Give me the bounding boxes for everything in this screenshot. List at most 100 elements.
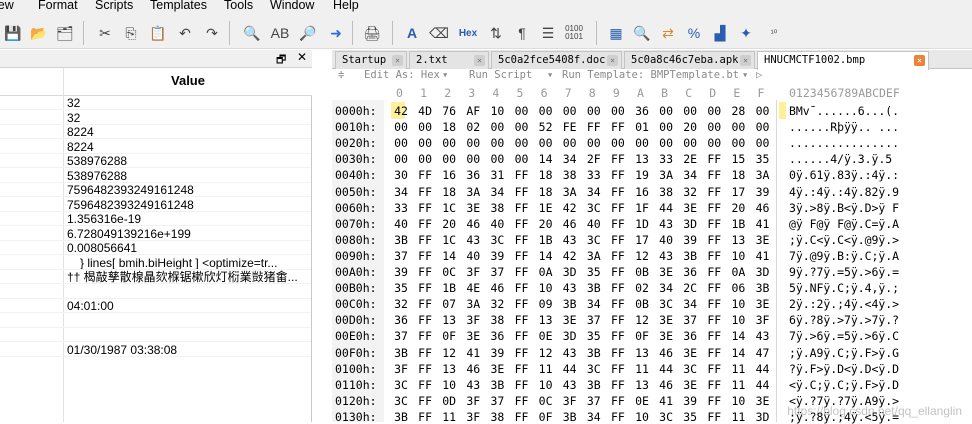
hex-byte[interactable]: 19: [633, 168, 651, 182]
hex-byte[interactable]: 3A: [464, 297, 482, 311]
hex-byte[interactable]: 20: [440, 217, 458, 231]
hex-byte[interactable]: 18: [729, 168, 747, 182]
hex-byte[interactable]: FF: [705, 281, 723, 295]
hex-byte[interactable]: 3D: [561, 265, 579, 279]
hex-byte[interactable]: 1B: [440, 281, 458, 295]
hex-byte[interactable]: 0E: [537, 329, 555, 343]
hex-byte[interactable]: AF: [464, 104, 482, 118]
ascii-text[interactable]: 0ÿ.61ÿ.83ÿ.:4ÿ.:: [789, 168, 899, 182]
hex-byte[interactable]: 00: [488, 120, 506, 134]
inspector-row[interactable]: 0.008056641: [0, 241, 311, 255]
hex-byte[interactable]: 14: [440, 249, 458, 263]
hex-byte[interactable]: FF: [609, 265, 627, 279]
hex-byte[interactable]: 20: [537, 217, 555, 231]
hex-byte[interactable]: 46: [488, 281, 506, 295]
hex-byte[interactable]: 36: [392, 313, 410, 327]
hex-byte[interactable]: 1F: [633, 201, 651, 215]
hex-byte[interactable]: 10: [729, 249, 747, 263]
ascii-text[interactable]: 9ÿ.?7ÿ.=5ÿ.>6ÿ.=: [789, 265, 899, 279]
hex-byte[interactable]: 36: [681, 329, 699, 343]
menu-item-format[interactable]: Format: [38, 0, 78, 11]
hex-byte[interactable]: 35: [754, 152, 772, 166]
hex-byte[interactable]: 00: [440, 136, 458, 150]
ascii-text[interactable]: 7ÿ.@9ÿ.B:ÿ.C;ÿ.A: [789, 249, 899, 263]
hex-byte[interactable]: 3C: [392, 378, 410, 392]
hex-byte[interactable]: 3B: [754, 281, 772, 295]
hex-byte[interactable]: 39: [488, 346, 506, 360]
run-script-dropdown[interactable]: Run Script: [469, 69, 532, 81]
hex-byte[interactable]: 01: [633, 120, 651, 134]
hex-byte[interactable]: 40: [488, 217, 506, 231]
hex-byte[interactable]: 00: [754, 104, 772, 118]
hex-byte[interactable]: 0B: [633, 265, 651, 279]
menu-item-scripts[interactable]: Scripts: [95, 0, 133, 11]
hex-byte[interactable]: 40: [392, 217, 410, 231]
hex-byte[interactable]: 39: [392, 265, 410, 279]
inspector-row[interactable]: 538976288: [0, 154, 311, 168]
hex-byte[interactable]: 00: [705, 120, 723, 134]
hex-byte[interactable]: FF: [609, 313, 627, 327]
hex-byte[interactable]: 43: [464, 233, 482, 247]
copy-icon[interactable]: ⎘: [121, 23, 141, 43]
inspector-row[interactable]: 7596482393249161248: [0, 198, 311, 212]
hex-byte[interactable]: 46: [657, 378, 675, 392]
columns-icon[interactable]: ☰: [538, 23, 558, 43]
hex-byte[interactable]: 39: [681, 394, 699, 408]
hex-byte[interactable]: 00: [537, 104, 555, 118]
hex-byte[interactable]: 00: [561, 104, 579, 118]
hex-byte[interactable]: 4D: [416, 104, 434, 118]
hex-byte[interactable]: 3C: [585, 233, 603, 247]
hex-byte[interactable]: 3A: [754, 168, 772, 182]
hex-byte[interactable]: FF: [705, 297, 723, 311]
hex-byte[interactable]: FF: [513, 362, 531, 376]
hex-byte[interactable]: 47: [754, 346, 772, 360]
hex-byte[interactable]: 00: [488, 136, 506, 150]
ascii-text[interactable]: 4ÿ.:4ÿ.:4ÿ.82ÿ.9: [789, 185, 899, 199]
hex-byte[interactable]: 00: [392, 136, 410, 150]
hex-byte[interactable]: 00: [537, 136, 555, 150]
hex-byte[interactable]: 46: [657, 346, 675, 360]
hex-byte[interactable]: 43: [561, 233, 579, 247]
hex-byte[interactable]: 40: [585, 217, 603, 231]
paragraph-icon[interactable]: ¶: [512, 23, 532, 43]
undo-icon[interactable]: ↶: [175, 23, 195, 43]
hex-byte[interactable]: 3E: [657, 329, 675, 343]
hex-byte[interactable]: 40: [657, 233, 675, 247]
hex-byte[interactable]: 39: [754, 185, 772, 199]
hex-byte[interactable]: 3E: [657, 313, 675, 327]
hex-byte[interactable]: 1D: [633, 217, 651, 231]
hex-byte[interactable]: 00: [705, 136, 723, 150]
hex-byte[interactable]: 3A: [561, 185, 579, 199]
hex-byte[interactable]: 00: [416, 152, 434, 166]
hex-byte[interactable]: FF: [609, 378, 627, 392]
hex-byte[interactable]: FF: [609, 168, 627, 182]
hex-byte[interactable]: 11: [537, 362, 555, 376]
hex-byte[interactable]: 13: [440, 313, 458, 327]
hex-byte[interactable]: 37: [488, 265, 506, 279]
hex-byte[interactable]: 00: [416, 120, 434, 134]
hex-byte[interactable]: 00: [561, 136, 579, 150]
font-icon[interactable]: A: [402, 23, 422, 43]
hex-byte[interactable]: 10: [440, 378, 458, 392]
hex-byte[interactable]: 00: [513, 104, 531, 118]
hex-byte[interactable]: 13: [440, 362, 458, 376]
hex-byte[interactable]: 3B: [585, 378, 603, 392]
hex-byte[interactable]: 34: [657, 281, 675, 295]
find-icon[interactable]: 🔍: [242, 23, 262, 43]
tab-close-icon[interactable]: ×: [740, 55, 751, 66]
hex-byte[interactable]: 36: [464, 168, 482, 182]
hex-byte[interactable]: 42: [392, 104, 410, 118]
hex-byte[interactable]: FF: [609, 120, 627, 134]
hex-byte[interactable]: 00: [681, 104, 699, 118]
hex-byte[interactable]: 16: [633, 185, 651, 199]
hex-byte[interactable]: FF: [705, 249, 723, 263]
edit-as-dropdown[interactable]: Edit As: Hex: [364, 69, 440, 81]
inspector-row[interactable]: 32: [0, 111, 311, 125]
ascii-text[interactable]: ?ÿ.F>ÿ.D<ÿ.D<ÿ.D: [789, 362, 899, 376]
hex-byte[interactable]: 10: [488, 104, 506, 118]
hex-byte[interactable]: 44: [657, 201, 675, 215]
hex-byte[interactable]: 41: [754, 217, 772, 231]
menu-item-tools[interactable]: Tools: [224, 0, 253, 11]
hex-byte[interactable]: FF: [609, 152, 627, 166]
hex-byte[interactable]: FF: [705, 185, 723, 199]
